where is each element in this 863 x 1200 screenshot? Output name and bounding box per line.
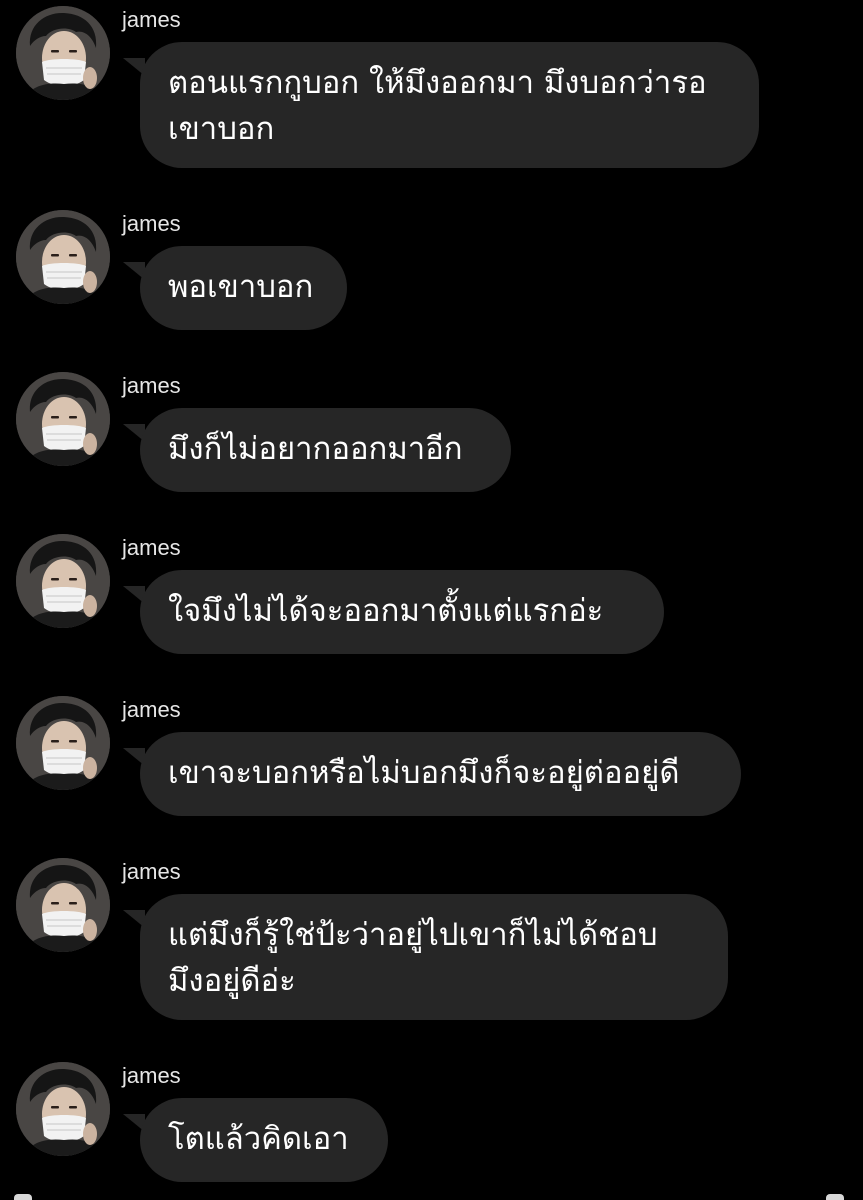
avatar[interactable] — [16, 6, 110, 100]
profile-photo-icon — [16, 1062, 110, 1156]
avatar[interactable] — [16, 1062, 110, 1156]
screen-edge-marker-right — [826, 1194, 844, 1200]
sender-name[interactable]: james — [122, 696, 181, 724]
message-bubble[interactable]: ใจมึงไม่ได้จะออกมาตั้งแต่แรกอ่ะ — [140, 570, 664, 654]
message-bubble[interactable]: แต่มึงก็รู้ใช่ป้ะว่าอยู่ไปเขาก็ไม่ได้ชอบ… — [140, 894, 728, 1020]
sender-name[interactable]: james — [122, 6, 181, 34]
chat-thread: james ตอนแรกกูบอก ให้มึงออกมา มึงบอกว่าร… — [0, 0, 863, 1200]
avatar[interactable] — [16, 210, 110, 304]
message-bubble[interactable]: เขาจะบอกหรือไม่บอกมึงก็จะอยู่ต่ออยู่ดี — [140, 732, 741, 816]
message-row: james ใจมึงไม่ได้จะออกมาตั้งแต่แรกอ่ะ — [0, 534, 863, 654]
profile-photo-icon — [16, 534, 110, 628]
sender-name[interactable]: james — [122, 372, 181, 400]
profile-photo-icon — [16, 210, 110, 304]
screen-edge-marker-left — [14, 1194, 32, 1200]
profile-photo-icon — [16, 372, 110, 466]
sender-name[interactable]: james — [122, 210, 181, 238]
profile-photo-icon — [16, 6, 110, 100]
message-row: james ตอนแรกกูบอก ให้มึงออกมา มึงบอกว่าร… — [0, 6, 863, 168]
message-bubble[interactable]: โตแล้วคิดเอา — [140, 1098, 388, 1182]
message-bubble[interactable]: มึงก็ไม่อยากออกมาอีก — [140, 408, 511, 492]
message-row: james เขาจะบอกหรือไม่บอกมึงก็จะอยู่ต่ออย… — [0, 696, 863, 816]
sender-name[interactable]: james — [122, 534, 181, 562]
message-row: james มึงก็ไม่อยากออกมาอีก — [0, 372, 863, 492]
message-row: james พอเขาบอก — [0, 210, 863, 330]
message-bubble[interactable]: พอเขาบอก — [140, 246, 347, 330]
profile-photo-icon — [16, 858, 110, 952]
avatar[interactable] — [16, 534, 110, 628]
message-row: james โตแล้วคิดเอา — [0, 1062, 863, 1182]
message-bubble[interactable]: ตอนแรกกูบอก ให้มึงออกมา มึงบอกว่ารอ เขาบ… — [140, 42, 759, 168]
message-row: james แต่มึงก็รู้ใช่ป้ะว่าอยู่ไปเขาก็ไม่… — [0, 858, 863, 1020]
avatar[interactable] — [16, 372, 110, 466]
avatar[interactable] — [16, 696, 110, 790]
sender-name[interactable]: james — [122, 858, 181, 886]
sender-name[interactable]: james — [122, 1062, 181, 1090]
profile-photo-icon — [16, 696, 110, 790]
avatar[interactable] — [16, 858, 110, 952]
